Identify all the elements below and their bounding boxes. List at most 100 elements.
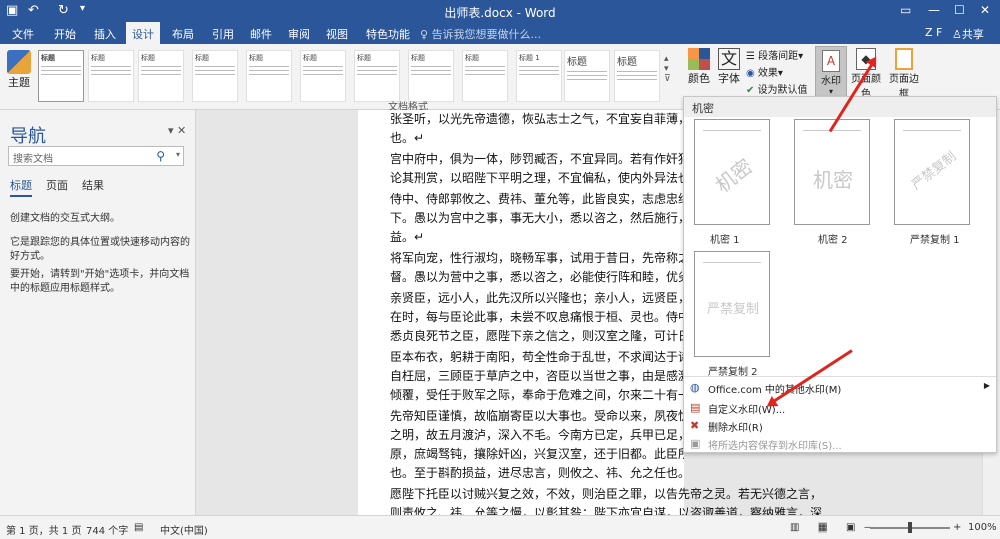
- document-line: 悉贞良死节之臣，愿陛下亲之信之，则汉室之隆，可计日而: [390, 329, 684, 343]
- nav-help-text: 创建文档的交互式大纲。: [10, 213, 120, 224]
- style-gallery-item[interactable]: 标题: [564, 50, 610, 102]
- more-watermarks-online-item[interactable]: ◍ Office.com 中的其他水印(M) ▶: [684, 378, 996, 398]
- document-line: 将军向宠，性行淑均，晓畅军事，试用于昔日，先帝称之曰: [390, 251, 684, 265]
- tab-insert[interactable]: 插入: [94, 26, 116, 42]
- watermark-preview-text: 机密: [710, 153, 758, 198]
- tell-me-text: 告诉我您想要做什么...: [431, 28, 542, 41]
- watermark-preview-text: 机密: [813, 168, 853, 192]
- share-button[interactable]: ♙共享: [952, 26, 984, 42]
- set-as-default-button[interactable]: ✔ 设为默认值: [746, 81, 808, 96]
- user-name[interactable]: Z F: [925, 26, 942, 39]
- page-count[interactable]: 第 1 页，共 1 页: [6, 522, 81, 537]
- style-gallery-item[interactable]: 标题: [354, 50, 400, 102]
- zoom-level[interactable]: 100%: [968, 522, 997, 533]
- style-sample-text: 标题: [411, 54, 425, 62]
- document-line: 自枉屈，三顾臣于草庐之中，咨臣以当世之事，由是感激，: [390, 369, 684, 383]
- style-gallery-item[interactable]: 标题: [246, 50, 292, 102]
- style-gallery-item[interactable]: 标题: [88, 50, 134, 102]
- custom-watermark-item[interactable]: ▤ 自定义水印(W)...: [684, 398, 996, 418]
- style-gallery-item[interactable]: 标题: [300, 50, 346, 102]
- document-page[interactable]: 张圣听，以光先帝遗德，恢弘志士之气，不宜妄自菲薄，引 也。↵ 宫中府中，俱为一体…: [358, 110, 822, 520]
- tab-mailings[interactable]: 邮件: [250, 26, 272, 42]
- watermark-option[interactable]: 严禁复制: [694, 251, 770, 357]
- fonts-button[interactable]: 文 字体: [716, 48, 742, 86]
- proofing-icon[interactable]: ▤: [134, 522, 143, 533]
- style-gallery-item[interactable]: 标题 1: [516, 50, 562, 102]
- tell-me-box[interactable]: ♀ 告诉我您想要做什么...: [420, 26, 541, 42]
- document-line: 宫中府中，俱为一体，陟罚臧否，不宜异同。若有作奸犯科: [390, 152, 684, 166]
- effects-label: 效果: [757, 68, 778, 79]
- style-gallery-item[interactable]: 标题: [462, 50, 508, 102]
- watermark-option[interactable]: 严禁复制: [894, 119, 970, 225]
- style-gallery-item[interactable]: 标题: [138, 50, 184, 102]
- paragraph-spacing-button[interactable]: ☰ 段落间距▾: [746, 47, 803, 62]
- watermark-preview-text: 严禁复制: [706, 302, 759, 317]
- nav-tab-headings[interactable]: 标题: [10, 177, 32, 197]
- themes-button[interactable]: 主题: [4, 50, 34, 90]
- tab-references[interactable]: 引用: [212, 26, 234, 42]
- colors-button[interactable]: 颜色: [686, 48, 712, 86]
- style-gallery-item[interactable]: 标题: [192, 50, 238, 102]
- custom-watermark-icon: ▤: [690, 401, 701, 414]
- style-sample-text: 标题 1: [519, 54, 540, 62]
- tab-special-features[interactable]: 特色功能: [366, 26, 410, 42]
- word-count[interactable]: 744 个字: [86, 522, 128, 537]
- ribbon-display-icon[interactable]: ▭: [900, 3, 911, 17]
- person-icon: ♙: [952, 28, 962, 41]
- status-bar: 第 1 页，共 1 页 744 个字 ▤ 中文(中国) ▥ ▦ ▣ — + 10…: [0, 515, 1000, 539]
- watermark-option[interactable]: 机密: [694, 119, 770, 225]
- style-sample-text: 标题: [617, 57, 637, 68]
- tab-home[interactable]: 开始: [54, 26, 76, 42]
- style-sample-text: 标题: [249, 54, 263, 62]
- watermark-caption: 机密 2: [818, 235, 848, 246]
- submenu-arrow-icon: ▶: [983, 381, 990, 390]
- document-line: 先帝知臣谨慎，故临崩寄臣以大事也。受命以来，夙夜忧叹: [390, 409, 684, 423]
- close-icon[interactable]: ✕: [980, 3, 990, 17]
- print-layout-icon[interactable]: ▦: [818, 522, 828, 533]
- page-border-icon: [895, 48, 913, 70]
- tab-review[interactable]: 审阅: [288, 26, 310, 42]
- style-gallery-item[interactable]: 标题: [614, 50, 660, 102]
- nav-tab-pages[interactable]: 页面: [46, 177, 68, 193]
- search-dropdown-icon[interactable]: ▾: [176, 150, 180, 159]
- tab-design[interactable]: 设计: [126, 22, 160, 44]
- document-line: 督。愚以为营中之事，悉以咨之，必能使行阵和睦，优劣得: [390, 270, 684, 284]
- title-bar: ▣ ↶ ↻ ▾ 出师表.docx - Word ▭ — ☐ ✕: [0, 0, 1000, 22]
- page-line: [903, 130, 961, 131]
- colors-icon: [688, 48, 710, 70]
- menu-item-label: Office.com 中的其他水印(M): [708, 385, 842, 396]
- search-document-input[interactable]: 搜索文档 ⚲ ▾: [8, 146, 184, 166]
- zoom-in-icon[interactable]: +: [953, 522, 961, 533]
- watermark-option[interactable]: 机密: [794, 119, 870, 225]
- gallery-more-icon[interactable]: ▴ ▾ ⊽: [664, 54, 671, 84]
- style-gallery-item[interactable]: 标题: [38, 50, 84, 102]
- remove-watermark-item[interactable]: ✖ 删除水印(R): [684, 416, 996, 436]
- tab-view[interactable]: 视图: [326, 26, 348, 42]
- globe-icon: ◍: [690, 381, 700, 394]
- document-line: 亲贤臣，远小人，此先汉所以兴隆也；亲小人，远贤臣，此: [390, 291, 684, 305]
- document-line: 张圣听，以光先帝遗德，恢弘志士之气，不宜妄自菲薄，引: [390, 112, 684, 126]
- document-line: 之明，故五月渡泸，深入不毛。今南方已定，兵甲已足，: [390, 428, 684, 442]
- style-sample-text: 标题: [195, 54, 209, 62]
- style-sample-text: 标题: [91, 54, 105, 62]
- style-gallery-item[interactable]: 标题: [408, 50, 454, 102]
- search-icon[interactable]: ⚲: [156, 149, 165, 163]
- nav-tab-results[interactable]: 结果: [82, 177, 104, 193]
- style-sample-text: 标题: [141, 54, 155, 62]
- read-mode-icon[interactable]: ▥: [790, 522, 799, 533]
- chevron-down-icon: ▾: [828, 87, 833, 96]
- minimize-icon[interactable]: —: [928, 3, 940, 17]
- effects-button[interactable]: ◉ 效果▾: [746, 64, 783, 79]
- tab-layout[interactable]: 布局: [172, 26, 194, 42]
- web-layout-icon[interactable]: ▣: [846, 522, 855, 533]
- zoom-slider-thumb[interactable]: [908, 522, 912, 533]
- nav-pane-options-icon[interactable]: ▾ ✕: [168, 124, 186, 137]
- language-indicator[interactable]: 中文(中国): [160, 522, 208, 537]
- fonts-label: 字体: [718, 72, 740, 85]
- page-borders-button[interactable]: 页面边框: [886, 48, 922, 100]
- paragraph-spacing-icon: ☰: [746, 51, 759, 62]
- tab-file[interactable]: 文件: [12, 26, 34, 42]
- maximize-icon[interactable]: ☐: [954, 3, 965, 17]
- watermark-icon: A: [822, 50, 840, 72]
- lightbulb-icon: ♀: [420, 28, 432, 41]
